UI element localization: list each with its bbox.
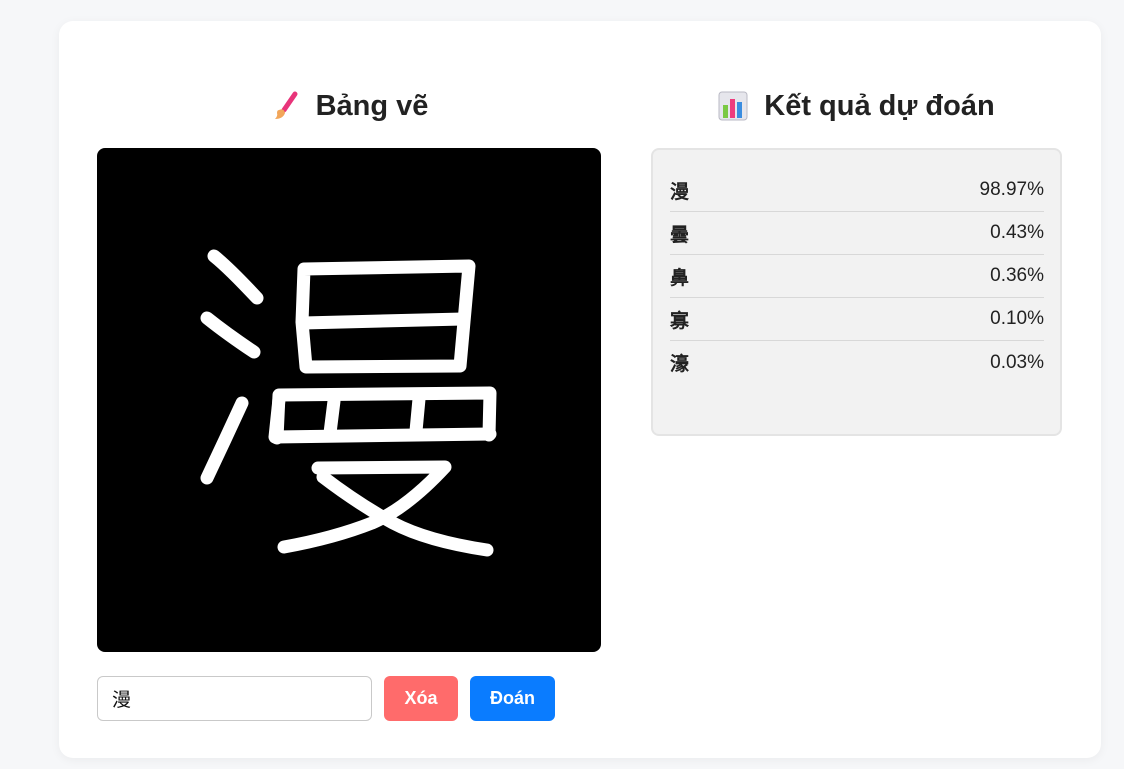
- result-character: 鼻: [670, 266, 690, 289]
- bar-chart-icon: [718, 90, 748, 122]
- drawing-canvas[interactable]: [97, 148, 601, 652]
- results-title-text: Kết quả dự đoán: [764, 89, 995, 122]
- result-row: 濠 0.03%: [670, 341, 1044, 384]
- result-percentage: 0.03%: [990, 351, 1044, 373]
- results-panel-title: Kết quả dự đoán: [651, 87, 1062, 125]
- result-row: 曇 0.43%: [670, 212, 1044, 255]
- drawing-title-text: Bảng vẽ: [315, 89, 429, 122]
- clear-button[interactable]: Xóa: [384, 676, 458, 721]
- result-character: 曇: [670, 223, 690, 246]
- result-character: 濠: [670, 353, 690, 375]
- result-percentage: 0.10%: [990, 308, 1044, 329]
- result-character: 寡: [670, 309, 690, 332]
- guess-button[interactable]: Đoán: [470, 676, 555, 721]
- result-percentage: 0.43%: [990, 222, 1044, 243]
- app-card: Bảng vẽ Xóa: [59, 21, 1101, 758]
- results-list: 漫 98.97% 曇 0.43% 鼻 0.36% 寡 0.10% 濠 0.03%: [651, 148, 1062, 436]
- result-percentage: 98.97%: [979, 179, 1044, 200]
- result-row: 寡 0.10%: [670, 298, 1044, 341]
- drawing-controls: Xóa Đoán: [97, 676, 555, 721]
- paintbrush-icon: [270, 90, 300, 122]
- drawing-panel-title: Bảng vẽ: [97, 87, 601, 125]
- result-row: 鼻 0.36%: [670, 255, 1044, 298]
- result-row: 漫 98.97%: [670, 169, 1044, 212]
- character-input[interactable]: [97, 676, 372, 721]
- result-percentage: 0.36%: [990, 265, 1044, 286]
- result-character: 漫: [670, 180, 690, 203]
- drawn-strokes: [200, 249, 497, 557]
